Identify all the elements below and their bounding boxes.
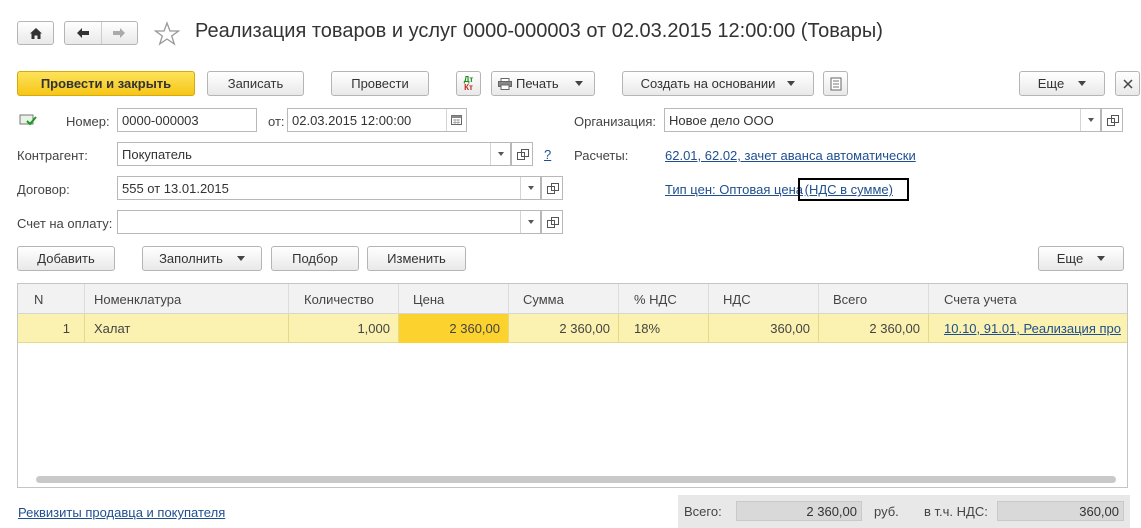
date-field[interactable]: 02.03.2015 12:00:00 bbox=[287, 108, 467, 132]
more-button[interactable]: Еще bbox=[1019, 71, 1105, 96]
totals-panel: Всего: 2 360,00 руб. в т.ч. НДС: 360,00 bbox=[678, 495, 1130, 528]
chevron-down-icon bbox=[574, 81, 583, 86]
counterparty-label: Контрагент: bbox=[17, 148, 88, 163]
settlements-link[interactable]: 62.01, 62.02, зачет аванса автоматически bbox=[665, 148, 916, 163]
cell-sum[interactable]: 2 360,00 bbox=[509, 314, 619, 343]
chevron-down-icon bbox=[787, 81, 796, 86]
cell-price[interactable]: 2 360,00 bbox=[399, 314, 509, 343]
column-header-qty[interactable]: Количество bbox=[289, 284, 399, 314]
table-row[interactable]: 1 Халат 1,000 2 360,00 2 360,00 18% 360,… bbox=[18, 314, 1127, 343]
column-header-vat-rate[interactable]: % НДС bbox=[619, 284, 709, 314]
cell-accounts[interactable]: 10.10, 91.01, Реализация про bbox=[929, 314, 1127, 343]
cell-qty[interactable]: 1,000 bbox=[289, 314, 399, 343]
close-icon bbox=[1122, 78, 1133, 89]
horizontal-scrollbar[interactable] bbox=[36, 476, 1116, 483]
dt-kt-button[interactable]: Дт Кт bbox=[456, 71, 481, 96]
back-button[interactable] bbox=[65, 22, 102, 44]
contract-open-button[interactable] bbox=[541, 176, 563, 200]
chevron-down-icon bbox=[1078, 81, 1087, 86]
organization-label: Организация: bbox=[574, 114, 657, 129]
post-button[interactable]: Провести bbox=[331, 71, 429, 96]
forward-button[interactable] bbox=[102, 22, 138, 44]
vat-value: 360,00 bbox=[997, 501, 1124, 521]
invoice-dropdown[interactable] bbox=[520, 211, 540, 233]
close-button[interactable] bbox=[1115, 71, 1140, 96]
number-field[interactable]: 0000-000003 bbox=[117, 108, 257, 132]
accounts-link[interactable]: 10.10, 91.01, Реализация про bbox=[944, 321, 1121, 336]
create-based-on-button[interactable]: Создать на основании bbox=[622, 71, 814, 96]
document-posted-icon bbox=[19, 114, 37, 126]
chevron-down-icon bbox=[497, 152, 504, 156]
price-type-link[interactable]: Тип цен: Оптовая цена (НДС в сумме) bbox=[665, 178, 910, 201]
column-header-price[interactable]: Цена bbox=[399, 284, 509, 314]
organization-dropdown[interactable] bbox=[1080, 109, 1100, 131]
price-type-highlight: (НДС в сумме) bbox=[797, 178, 909, 201]
contract-dropdown[interactable] bbox=[520, 177, 540, 199]
favorite-star-icon[interactable] bbox=[154, 21, 180, 46]
save-button[interactable]: Записать bbox=[207, 71, 304, 96]
fill-button[interactable]: Заполнить bbox=[142, 246, 262, 271]
chevron-down-icon bbox=[527, 220, 534, 224]
selection-button[interactable]: Подбор bbox=[271, 246, 359, 271]
cell-total[interactable]: 2 360,00 bbox=[819, 314, 929, 343]
chevron-down-icon bbox=[1097, 256, 1106, 261]
cell-vat-rate[interactable]: 18% bbox=[619, 314, 709, 343]
help-link[interactable]: ? bbox=[544, 147, 551, 162]
window-title: Реализация товаров и услуг 0000-000003 о… bbox=[195, 20, 883, 42]
arrow-left-icon bbox=[76, 28, 89, 38]
counterparty-dropdown[interactable] bbox=[490, 143, 510, 165]
chevron-down-icon bbox=[527, 186, 534, 190]
number-label: Номер: bbox=[66, 114, 110, 129]
column-header-accounts[interactable]: Счета учета bbox=[929, 284, 1127, 314]
structure-button[interactable] bbox=[823, 71, 848, 96]
goods-table[interactable]: N Номенклатура Количество Цена Сумма % Н… bbox=[17, 283, 1128, 488]
column-header-vat[interactable]: НДС bbox=[709, 284, 819, 314]
table-header: N Номенклатура Количество Цена Сумма % Н… bbox=[18, 284, 1127, 314]
column-header-item[interactable]: Номенклатура bbox=[85, 284, 289, 314]
column-header-total[interactable]: Всего bbox=[819, 284, 929, 314]
home-button[interactable] bbox=[17, 21, 54, 45]
currency-label: руб. bbox=[874, 504, 899, 519]
cell-vat[interactable]: 360,00 bbox=[709, 314, 819, 343]
settlements-label: Расчеты: bbox=[574, 148, 629, 163]
organization-field[interactable]: Новое дело ООО bbox=[664, 108, 1101, 132]
contract-label: Договор: bbox=[17, 182, 70, 197]
table-more-button[interactable]: Еще bbox=[1038, 246, 1124, 271]
home-icon bbox=[29, 27, 42, 39]
column-header-sum[interactable]: Сумма bbox=[509, 284, 619, 314]
calendar-icon[interactable] bbox=[446, 109, 466, 131]
organization-open-button[interactable] bbox=[1101, 108, 1123, 132]
chevron-down-icon bbox=[236, 256, 245, 261]
total-label: Всего: bbox=[684, 504, 722, 519]
contract-field[interactable]: 555 от 13.01.2015 bbox=[117, 176, 541, 200]
invoice-open-button[interactable] bbox=[541, 210, 563, 234]
counterparty-open-button[interactable] bbox=[511, 142, 533, 166]
post-and-close-button[interactable]: Провести и закрыть bbox=[17, 71, 195, 96]
document-structure-icon bbox=[830, 77, 841, 90]
add-row-button[interactable]: Добавить bbox=[17, 246, 115, 271]
cell-n[interactable]: 1 bbox=[18, 314, 85, 343]
kt-icon: Кт bbox=[464, 82, 473, 92]
chevron-down-icon bbox=[1087, 118, 1094, 122]
arrow-right-icon bbox=[113, 28, 126, 38]
invoice-field[interactable] bbox=[117, 210, 541, 234]
column-header-n[interactable]: N bbox=[18, 284, 85, 314]
nav-buttons bbox=[64, 21, 138, 45]
print-button[interactable]: Печать bbox=[491, 71, 595, 96]
counterparty-field[interactable]: Покупатель bbox=[117, 142, 511, 166]
invoice-label: Счет на оплату: bbox=[17, 216, 113, 231]
printer-icon bbox=[498, 77, 512, 90]
requisites-link[interactable]: Реквизиты продавца и покупателя bbox=[18, 505, 225, 520]
cell-item[interactable]: Халат bbox=[85, 314, 289, 343]
total-value: 2 360,00 bbox=[736, 501, 862, 521]
change-button[interactable]: Изменить bbox=[367, 246, 466, 271]
date-label: от: bbox=[268, 114, 285, 129]
vat-label: в т.ч. НДС: bbox=[924, 504, 988, 519]
